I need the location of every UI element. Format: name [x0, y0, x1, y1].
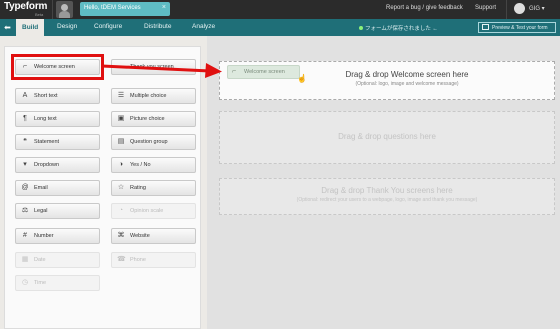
- question-time: ◷ Time: [15, 275, 100, 291]
- highlight-box: [11, 54, 104, 80]
- preview-button[interactable]: Preview & Test your form: [478, 22, 556, 33]
- thank-you-dropzone-subtitle: (Optional: redirect your users to a webp…: [296, 197, 478, 203]
- saved-status: フォームが保存されました ←: [365, 26, 438, 32]
- question-label: Picture choice: [130, 116, 165, 122]
- question-multiple-choice[interactable]: ☰ Multiple choice: [111, 88, 196, 104]
- question-opinion-scale: ◔ Opinion scale: [111, 203, 196, 219]
- question-group-icon: ▤: [117, 138, 125, 145]
- form-title-tab[interactable]: Hello, tDEM Services ×: [80, 2, 170, 16]
- date-icon: ▦: [21, 256, 29, 263]
- user-icon[interactable]: [514, 3, 525, 14]
- question-label: Dropdown: [34, 162, 60, 168]
- questions-dropzone-title: Drag & drop questions here: [338, 132, 436, 141]
- question-dropdown[interactable]: ▾ Dropdown: [15, 157, 100, 173]
- statement-icon: ❝: [23, 138, 27, 145]
- question-yes-no[interactable]: ◑ Yes / No: [111, 157, 196, 173]
- question-legal[interactable]: ⚖ Legal: [15, 203, 100, 219]
- question-long-text[interactable]: ¶ Long text: [15, 111, 100, 127]
- question-short-text[interactable]: A Short text: [15, 88, 100, 104]
- preview-icon: [482, 24, 489, 30]
- picture-choice-icon: ▣: [117, 115, 125, 122]
- close-icon[interactable]: ×: [162, 4, 166, 11]
- divider: [52, 0, 53, 19]
- question-label: Question group: [130, 139, 168, 145]
- thank-you-dropzone-title: Drag & drop Thank You screens here: [321, 186, 453, 195]
- user-menu[interactable]: GIG ▾: [529, 5, 545, 12]
- question-label: Multiple choice: [130, 93, 167, 99]
- grab-cursor-icon: ☝: [297, 74, 307, 83]
- question-statement[interactable]: ❝ Statement: [15, 134, 100, 150]
- legal-icon: ⚖: [21, 207, 29, 214]
- welcome-screen-icon: ⌐: [232, 68, 237, 75]
- preview-label: Preview & Test your form: [492, 25, 548, 31]
- form-title: Hello, tDEM Services: [84, 5, 141, 11]
- question-label: Statement: [34, 139, 60, 145]
- support-link[interactable]: Support: [475, 5, 496, 11]
- question-label: Opinion scale: [130, 208, 164, 214]
- rating-icon: ☆: [117, 184, 125, 191]
- question-website[interactable]: ⌘ Website: [111, 228, 196, 244]
- main-nav: ⬅ Build Design Configure Distribute Anal…: [0, 19, 560, 36]
- dropdown-icon: ▾: [23, 161, 27, 168]
- time-icon: ◷: [21, 279, 29, 286]
- tab-configure[interactable]: Configure: [94, 23, 122, 30]
- dragged-welcome-screen-button: ⌐ Welcome screen: [227, 65, 300, 79]
- tab-analyze[interactable]: Analyze: [192, 23, 215, 30]
- question-label: Yes / No: [130, 162, 151, 168]
- avatar[interactable]: [56, 1, 73, 18]
- welcome-dropzone-subtitle: (Optional: logo, image and welcome messa…: [355, 81, 459, 87]
- short-text-icon: A: [22, 92, 28, 99]
- multiple-choice-icon: ☰: [117, 92, 125, 99]
- thank-you-dropzone[interactable]: Drag & drop Thank You screens here (Opti…: [219, 178, 555, 215]
- yes-no-icon: ◑: [118, 161, 124, 168]
- email-icon: @: [21, 184, 29, 191]
- question-label: Legal: [34, 208, 48, 214]
- question-label: Time: [34, 280, 47, 286]
- question-label: Date: [34, 257, 46, 263]
- opinion-scale-icon: ◔: [118, 207, 124, 214]
- phone-icon: ☎: [117, 256, 126, 263]
- question-label: Phone: [130, 257, 146, 263]
- back-icon[interactable]: ⬅: [3, 23, 12, 32]
- logo-beta-label: Beta: [35, 12, 44, 17]
- dragged-label: Welcome screen: [244, 69, 285, 75]
- tab-build[interactable]: Build: [16, 19, 45, 36]
- question-phone: ☎ Phone: [111, 252, 196, 268]
- red-arrow-icon: [101, 63, 222, 78]
- question-label: Short text: [34, 93, 58, 99]
- question-rating[interactable]: ☆ Rating: [111, 180, 196, 196]
- questions-dropzone[interactable]: Drag & drop questions here: [219, 111, 555, 164]
- question-picture-choice[interactable]: ▣ Picture choice: [111, 111, 196, 127]
- question-label: Rating: [130, 185, 146, 191]
- typeform-logo[interactable]: Typeform: [4, 1, 47, 12]
- question-number[interactable]: # Number: [15, 228, 100, 244]
- report-bug-link[interactable]: Report a bug / give feedback: [386, 5, 463, 11]
- question-email[interactable]: @ Email: [15, 180, 100, 196]
- question-label: Long text: [34, 116, 57, 122]
- top-bar: Typeform Beta Hello, tDEM Services × Rep…: [0, 0, 560, 19]
- number-icon: #: [23, 232, 27, 239]
- question-question-group[interactable]: ▤ Question group: [111, 134, 196, 150]
- long-text-icon: ¶: [23, 115, 27, 122]
- tab-design[interactable]: Design: [57, 23, 77, 30]
- question-label: Number: [34, 233, 54, 239]
- question-date: ▦ Date: [15, 252, 100, 268]
- question-label: Website: [130, 233, 150, 239]
- saved-status-icon: [359, 26, 363, 30]
- website-icon: ⌘: [117, 232, 125, 239]
- divider: [506, 0, 507, 19]
- tab-distribute[interactable]: Distribute: [144, 23, 171, 30]
- question-label: Email: [34, 185, 48, 191]
